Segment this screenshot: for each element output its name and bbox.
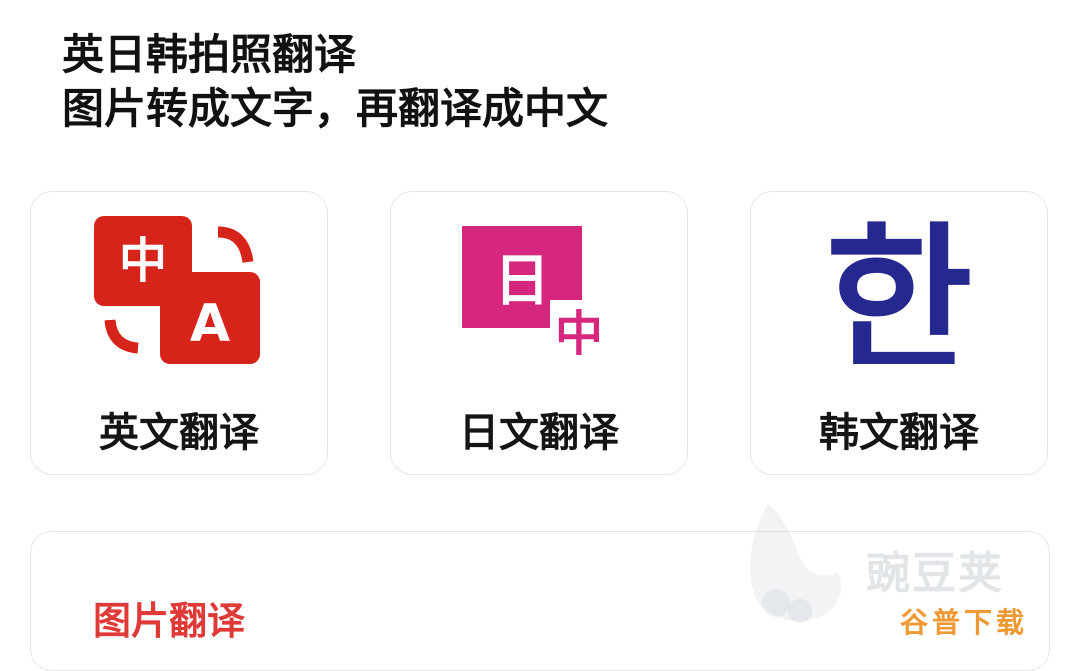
photo-translate-title: 图片翻译 bbox=[93, 599, 246, 643]
korean-translate-label: 韩文翻译 bbox=[819, 410, 979, 456]
english-translate-icon: 中 A bbox=[94, 216, 260, 364]
english-translate-card[interactable]: 中 A 英文翻译 bbox=[30, 191, 328, 475]
svg-text:A: A bbox=[190, 294, 230, 354]
english-translate-label: 英文翻译 bbox=[99, 410, 259, 456]
photo-translate-card[interactable]: 图片翻译 bbox=[30, 531, 1050, 671]
japanese-translate-label: 日文翻译 bbox=[459, 410, 619, 456]
korean-translate-icon: 한 bbox=[825, 216, 972, 364]
translate-mode-cards: 中 A 英文翻译 日 中 日文翻译 한 韩文翻译 bbox=[30, 191, 1050, 477]
svg-text:한: 한 bbox=[825, 216, 972, 364]
svg-text:日: 日 bbox=[494, 249, 550, 314]
page-subtitle: 图片转成文字，再翻译成中文 bbox=[62, 84, 609, 133]
svg-text:中: 中 bbox=[555, 306, 603, 362]
japanese-translate-card[interactable]: 日 中 日文翻译 bbox=[390, 191, 688, 475]
japanese-translate-icon: 日 中 bbox=[462, 226, 608, 362]
svg-text:中: 中 bbox=[119, 233, 167, 289]
page-title: 英日韩拍照翻译 bbox=[62, 30, 357, 79]
korean-translate-card[interactable]: 한 韩文翻译 bbox=[750, 191, 1048, 475]
page-header: 英日韩拍照翻译 图片转成文字，再翻译成中文 bbox=[62, 28, 962, 136]
